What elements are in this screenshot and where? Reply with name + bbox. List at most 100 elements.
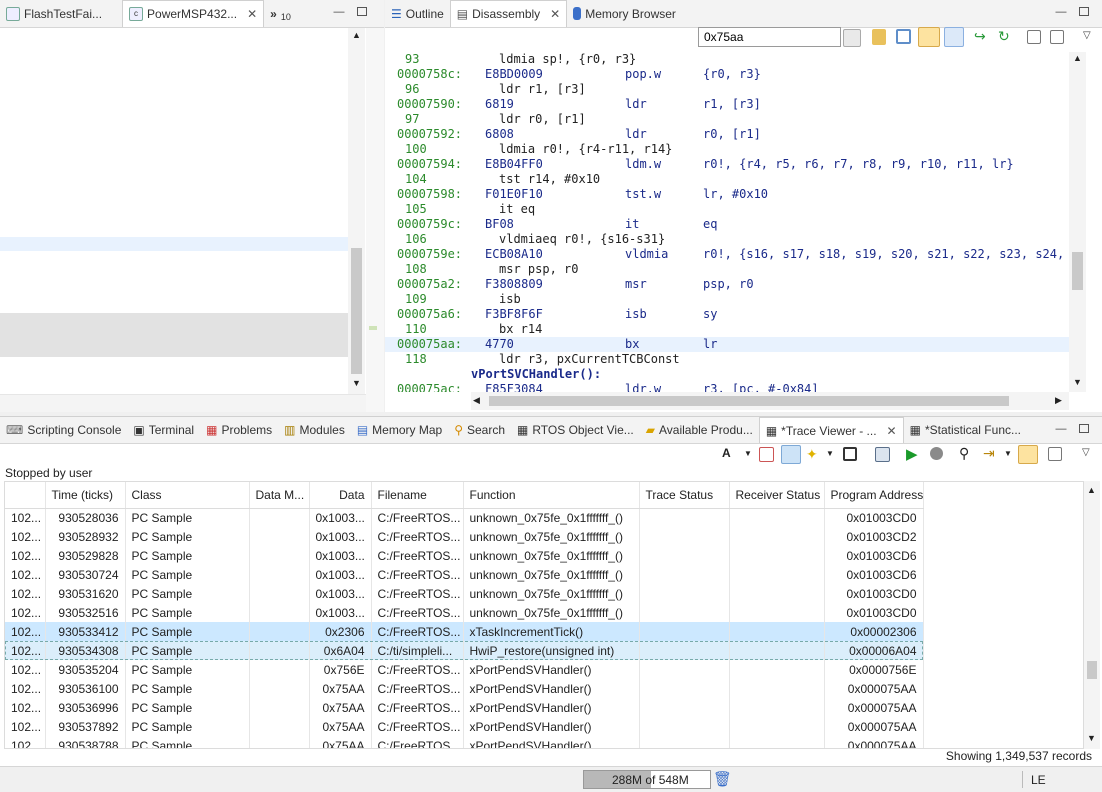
table-row[interactable]: 102... 930533412 PC Sample 0x2306 C:/FreeRTO… <box>5 622 924 641</box>
scroll-right-icon[interactable]: ▶ <box>1055 395 1062 406</box>
disasm-horizontal-scrollbar[interactable]: ◀ ▶ <box>471 392 1069 410</box>
close-icon[interactable]: ✕ <box>247 7 257 21</box>
filter-icon[interactable] <box>843 447 857 461</box>
view-menu-icon[interactable]: ▽ <box>1083 30 1091 41</box>
find-icon[interactable]: ⚲ <box>959 445 969 462</box>
disasm-vertical-scrollbar[interactable]: ▲ ▼ <box>1069 52 1086 392</box>
disasm-source-line[interactable]: 106 vldmiaeq r0!, {s16-s31} <box>385 232 1069 247</box>
close-icon[interactable]: ✕ <box>887 424 897 438</box>
column-header[interactable]: Data <box>309 482 372 509</box>
step-return-icon[interactable]: ↻ <box>998 28 1010 45</box>
dropdown-icon[interactable]: ▼ <box>744 449 752 458</box>
tab-modules[interactable]: ▥ Modules <box>278 417 351 443</box>
layout-icon[interactable] <box>1048 447 1062 461</box>
column-header[interactable]: Filename <box>371 482 464 509</box>
column-header[interactable]: Receiver Status <box>729 482 825 509</box>
table-row[interactable]: 102... 930536996 PC Sample 0x75AA C:/FreeRTO… <box>5 698 924 717</box>
disasm-instruction-line[interactable]: 00007592: 6808 ldr r0, [r1] <box>385 127 1069 142</box>
tab-powermsp[interactable]: c PowerMSP432... ✕ <box>122 0 265 27</box>
column-header-index[interactable] <box>5 482 46 509</box>
left-vertical-scrollbar[interactable]: ▲ ▼ <box>348 28 365 394</box>
table-row[interactable]: 102... 930530724 PC Sample 0x1003... C:/Free… <box>5 565 924 584</box>
navigate-icon[interactable]: ⇥ <box>983 445 995 462</box>
tab-memory-map[interactable]: ▤ Memory Map <box>351 417 448 443</box>
table-row[interactable]: 102... 930528932 PC Sample 0x1003... C:/Free… <box>5 527 924 546</box>
disasm-source-line[interactable]: 118 ldr r3, pxCurrentTCBConst <box>385 352 1069 367</box>
column-header[interactable]: Function <box>463 482 640 509</box>
disasm-instruction-line[interactable]: 0000759c: BF08 it eq <box>385 217 1069 232</box>
disasm-instruction-line[interactable]: 00007594: E8B04FF0 ldm.w r0!, {r4, r5, r6, … <box>385 157 1069 172</box>
table-row[interactable]: 102... 930531620 PC Sample 0x1003... C:/Free… <box>5 584 924 603</box>
scroll-up-icon[interactable]: ▲ <box>1087 485 1096 495</box>
minimize-button[interactable]: — <box>333 6 345 18</box>
table-row[interactable]: 102... 930528036 PC Sample 0x1003... C:/Free… <box>5 508 924 527</box>
tab-terminal[interactable]: ▣ Terminal <box>127 417 200 443</box>
disasm-instruction-line[interactable]: 00007590: 6819 ldr r1, [r3] <box>385 97 1069 112</box>
disasm-source-line[interactable]: 96 ldr r1, [r3] <box>385 82 1069 97</box>
scroll-thumb[interactable] <box>1087 661 1097 679</box>
stop-icon[interactable] <box>930 447 943 460</box>
pin-icon[interactable] <box>1050 30 1064 44</box>
scroll-thumb[interactable] <box>351 248 362 374</box>
scroll-down-icon[interactable]: ▼ <box>1073 377 1082 387</box>
link-with-pc-icon[interactable] <box>918 27 940 47</box>
tab-outline[interactable]: ☰ Outline <box>385 0 450 27</box>
trace-vertical-scrollbar[interactable]: ▲ ▼ <box>1084 481 1100 749</box>
tab-available-products[interactable]: ▰ Available Produ... <box>640 417 759 443</box>
view-menu-icon[interactable]: ▽ <box>1082 447 1090 458</box>
link-icon[interactable] <box>1018 445 1038 464</box>
dropdown-icon[interactable]: ▼ <box>826 449 834 458</box>
tab-problems[interactable]: ▦ Problems <box>200 417 278 443</box>
maximize-button[interactable] <box>1079 424 1089 433</box>
save-icon[interactable] <box>875 447 890 462</box>
star-icon[interactable]: ✦ <box>806 446 818 463</box>
disasm-source-line[interactable]: 104 tst r14, #0x10 <box>385 172 1069 187</box>
scroll-up-icon[interactable]: ▲ <box>352 30 361 40</box>
column-header[interactable]: Program Address <box>824 482 924 509</box>
column-header[interactable]: Time (ticks) <box>45 482 126 509</box>
scroll-left-icon[interactable]: ◀ <box>473 395 480 406</box>
disasm-instruction-line[interactable]: 0000759e: ECB08A10 vldmia r0!, {s16, s17, s… <box>385 247 1069 262</box>
disasm-source-line[interactable]: 110 bx r14 <box>385 322 1069 337</box>
disasm-instruction-line[interactable]: 000075a6: F3BF8F6F isb sy <box>385 307 1069 322</box>
table-row[interactable]: 102... 930529828 PC Sample 0x1003... C:/Free… <box>5 546 924 565</box>
disasm-source-line[interactable]: 93 ldmia sp!, {r0, r3} <box>385 52 1069 67</box>
show-source-icon[interactable] <box>944 27 964 47</box>
table-row[interactable]: 102... 930535204 PC Sample 0x756E C:/FreeRTO… <box>5 660 924 679</box>
disasm-instruction-line[interactable]: 00007598: F01E0F10 tst.w lr, #0x10 <box>385 187 1069 202</box>
tab-flashtest[interactable]: FlashTestFai... <box>0 0 108 27</box>
scroll-thumb[interactable] <box>1072 252 1083 290</box>
tab-trace-viewer[interactable]: ▦ *Trace Viewer - ... ✕ <box>758 417 904 443</box>
disasm-function-label[interactable]: vPortSVCHandler(): <box>385 367 1069 382</box>
trash-icon[interactable]: 🗑 <box>713 770 732 788</box>
go-button[interactable] <box>843 29 861 47</box>
font-size-icon[interactable]: A <box>722 446 740 464</box>
disasm-source-line[interactable]: 105 it eq <box>385 202 1069 217</box>
disasm-source-line[interactable]: 109 isb <box>385 292 1069 307</box>
scroll-down-icon[interactable]: ▼ <box>352 378 361 388</box>
table-row[interactable]: 102... 930536100 PC Sample 0x75AA C:/FreeRTO… <box>5 679 924 698</box>
disasm-source-line[interactable]: 108 msr psp, r0 <box>385 262 1069 277</box>
step-over-icon[interactable]: ↪ <box>974 28 986 45</box>
tab-statistical-function[interactable]: ▦ *Statistical Func... <box>904 417 1027 443</box>
scroll-up-icon[interactable]: ▲ <box>1073 53 1082 63</box>
tab-memory-browser[interactable]: Memory Browser <box>567 0 682 27</box>
address-input[interactable] <box>698 27 841 47</box>
column-header[interactable]: Trace Status <box>639 482 730 509</box>
tab-search[interactable]: ⚲ Search <box>448 417 511 443</box>
tab-disassembly[interactable]: ▤ Disassembly ✕ <box>449 0 568 27</box>
tab-overflow[interactable]: » 10 <box>264 0 297 27</box>
disasm-instruction-line[interactable]: 000075ac: F85F3084 ldr.w r3, [pc, #-0x84] <box>385 382 1069 392</box>
home-icon[interactable] <box>896 29 911 44</box>
table-row[interactable]: 102... 930538788 PC Sample 0x75AA C:/FreeRTO… <box>5 736 924 748</box>
minimize-button[interactable]: — <box>1055 6 1067 18</box>
close-icon[interactable]: ✕ <box>550 7 560 21</box>
new-view-icon[interactable] <box>1027 30 1041 44</box>
maximize-button[interactable] <box>357 7 367 16</box>
scroll-down-icon[interactable]: ▼ <box>1087 733 1096 743</box>
table-row[interactable]: 102... 930537892 PC Sample 0x75AA C:/FreeRTO… <box>5 717 924 736</box>
dropdown-icon[interactable]: ▼ <box>1004 449 1012 458</box>
column-header[interactable]: Data M... <box>249 482 310 509</box>
disasm-instruction-line[interactable]: 0000758c: E8BD0009 pop.w {r0, r3} <box>385 67 1069 82</box>
column-header[interactable]: Class <box>125 482 250 509</box>
